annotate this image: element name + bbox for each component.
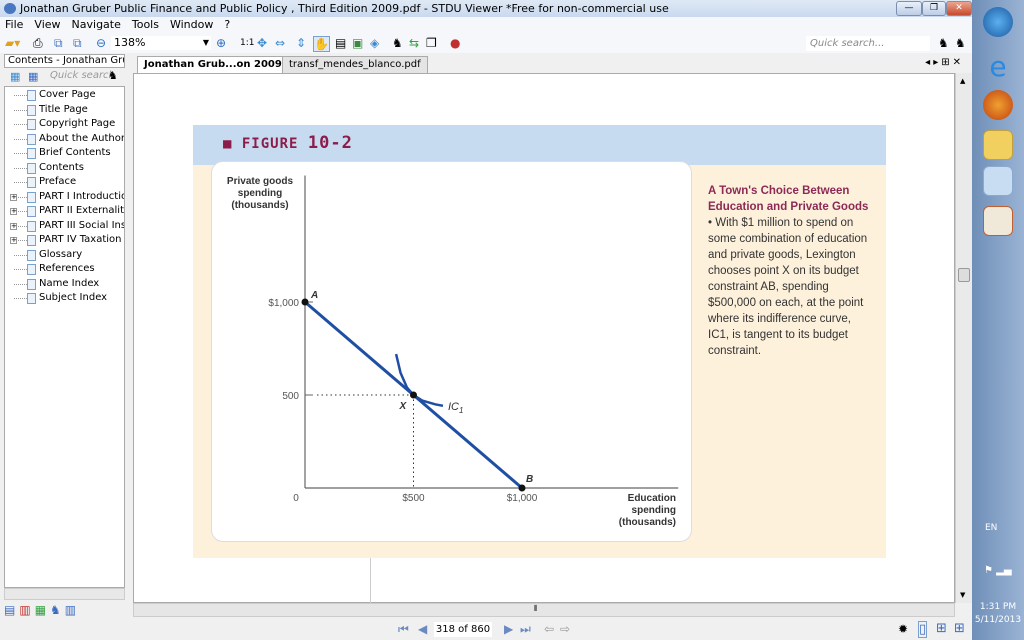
start-button-icon[interactable] xyxy=(983,7,1013,37)
back-icon[interactable]: ⇦ xyxy=(544,622,554,636)
internet-explorer-icon[interactable]: e xyxy=(983,52,1013,82)
x-axis-label: Education xyxy=(628,493,676,504)
tray-icons[interactable]: ⚑ ▂▄ xyxy=(984,565,1012,576)
stdu-viewer-icon[interactable] xyxy=(983,166,1013,196)
x-axis-label: spending xyxy=(632,505,676,516)
document-app-icon[interactable] xyxy=(983,206,1013,236)
taskbar: e EN ⚑ ▂▄ 1:31 PM 5/11/2013 xyxy=(972,0,1024,640)
first-page-icon[interactable]: ⏮ xyxy=(398,622,409,637)
x-axis-label: (thousands) xyxy=(619,517,676,528)
single-page-icon[interactable]: ▯ xyxy=(918,621,928,638)
explorer-icon[interactable] xyxy=(983,130,1013,160)
vertical-scrollbar[interactable]: ▲ ▼ xyxy=(955,73,972,603)
settings-icon[interactable]: ✹ xyxy=(898,622,908,636)
y-axis-label: spending xyxy=(238,188,282,199)
point-label-X: X xyxy=(399,401,408,412)
x-tick-label: $500 xyxy=(402,493,425,504)
prev-page-icon[interactable]: ◀ xyxy=(418,622,427,636)
y-axis-label: (thousands) xyxy=(231,200,288,211)
point-A xyxy=(301,298,309,306)
last-page-icon[interactable]: ⏭ xyxy=(520,622,531,637)
point-X xyxy=(410,391,417,399)
firefox-icon[interactable] xyxy=(983,90,1013,120)
chart: Private goodsspending(thousands)Educatio… xyxy=(227,175,679,528)
next-page-icon[interactable]: ▶ xyxy=(504,622,513,636)
language-indicator[interactable]: EN xyxy=(985,523,997,533)
page-number-input[interactable]: 318 of 860 xyxy=(434,622,492,637)
point-B xyxy=(518,484,526,492)
grid-view-icon[interactable]: ⊞ xyxy=(954,621,965,636)
y-tick-label: $1,000 xyxy=(268,298,299,309)
series-IC1 xyxy=(394,353,444,408)
status-bar: ⏮ ◀ 318 of 860 ▶ ⏭ ⇦ ⇨ ✹ ▯ ⊞ ⊞ xyxy=(0,619,972,640)
x-tick-label: 0 xyxy=(293,493,299,504)
forward-icon[interactable]: ⇨ xyxy=(560,622,570,636)
point-label-B: B xyxy=(526,474,533,485)
x-tick-label: $1,000 xyxy=(507,493,538,504)
vertical-scroll-thumb[interactable] xyxy=(958,268,970,282)
clock[interactable]: 1:31 PM 5/11/2013 xyxy=(972,601,1024,627)
y-tick-label: 500 xyxy=(282,391,299,402)
y-axis-label: Private goods xyxy=(227,176,294,187)
series-label-IC1: IC1 xyxy=(448,401,463,415)
horizontal-scrollbar[interactable]: ⦀ xyxy=(133,603,955,617)
two-page-icon[interactable]: ⊞ xyxy=(936,621,947,636)
point-label-A: A xyxy=(310,290,318,301)
